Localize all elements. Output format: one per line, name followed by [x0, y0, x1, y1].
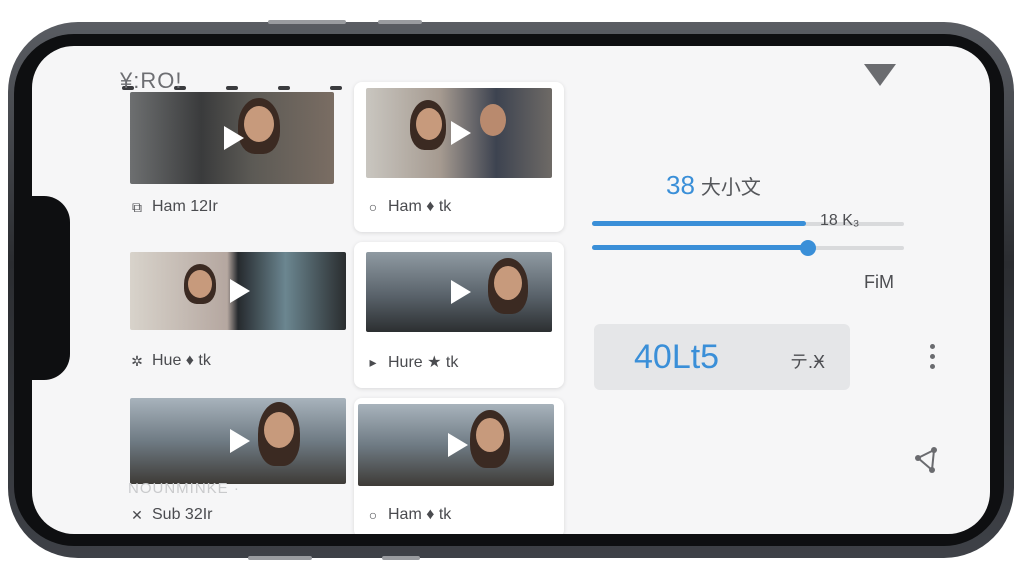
caption-text: Ham 12Ir: [152, 198, 218, 215]
side-button: [382, 556, 420, 560]
screen-title: ¥:RO!: [120, 68, 183, 93]
app-screen: ¥:RO! ⧉ Ham 12Ir ○ Ham ♦ tk ✲ Hue ♦ tk ▸…: [32, 46, 990, 534]
side-button: [248, 556, 312, 560]
slider-label: FiM: [864, 272, 894, 292]
grid-icon: ⧉: [132, 199, 142, 215]
more-options-icon[interactable]: [930, 344, 936, 369]
video-thumbnail[interactable]: [130, 252, 346, 330]
gear-icon: ✲: [131, 353, 143, 369]
caption-text: Hure ★ tk: [388, 354, 459, 371]
share-icon[interactable]: [912, 444, 942, 474]
ghost-text: NOUNMINKE ·: [128, 480, 240, 497]
video-caption: ○ Ham ♦ tk: [366, 198, 452, 216]
play-icon[interactable]: [451, 121, 471, 145]
caption-text: Ham ♦ tk: [388, 198, 452, 215]
big-value: 40Lt5: [634, 338, 720, 376]
slider-fill: [592, 221, 806, 226]
play-circle-icon: ▸: [369, 354, 377, 370]
play-icon[interactable]: [224, 126, 244, 150]
slider-fill: [592, 245, 808, 250]
big-unit: テ.Ӿ: [790, 352, 826, 372]
video-thumbnail[interactable]: [130, 92, 334, 184]
collapse-arrow-icon[interactable]: [864, 64, 896, 86]
video-thumbnail[interactable]: [358, 404, 554, 486]
video-caption: ✕ Sub 32Ir: [130, 506, 212, 524]
video-caption: ○ Ham ♦ tk: [366, 506, 452, 524]
play-icon[interactable]: [230, 429, 250, 453]
video-caption: ✲ Hue ♦ tk: [130, 352, 211, 370]
caption-text: Ham ♦ tk: [388, 506, 452, 523]
video-thumbnail[interactable]: [366, 252, 552, 332]
play-icon[interactable]: [451, 280, 471, 304]
circle-icon: ○: [368, 507, 378, 523]
volume-button: [268, 20, 346, 24]
value-display[interactable]: 40Lt5 テ.Ӿ: [594, 324, 850, 390]
play-icon[interactable]: [230, 279, 250, 303]
label-value: 38: [666, 170, 695, 200]
camera-notch: [14, 196, 70, 380]
caption-text: Sub 32Ir: [152, 506, 213, 523]
label-suffix: 大小文: [700, 177, 761, 199]
video-thumbnail[interactable]: [366, 88, 552, 178]
slider-value: 18 K₃: [820, 212, 860, 229]
panel-label: 38 大小文: [666, 170, 761, 201]
circle-icon: ○: [368, 199, 378, 215]
video-caption: ▸ Hure ★ tk: [366, 352, 458, 372]
video-thumbnail[interactable]: [130, 398, 346, 484]
caption-text: Hue ♦ tk: [152, 352, 211, 369]
play-icon[interactable]: [448, 433, 468, 457]
power-button: [378, 20, 422, 24]
video-caption: ⧉ Ham 12Ir: [130, 198, 218, 216]
slider-handle[interactable]: [800, 240, 816, 256]
close-icon: ✕: [131, 507, 143, 523]
